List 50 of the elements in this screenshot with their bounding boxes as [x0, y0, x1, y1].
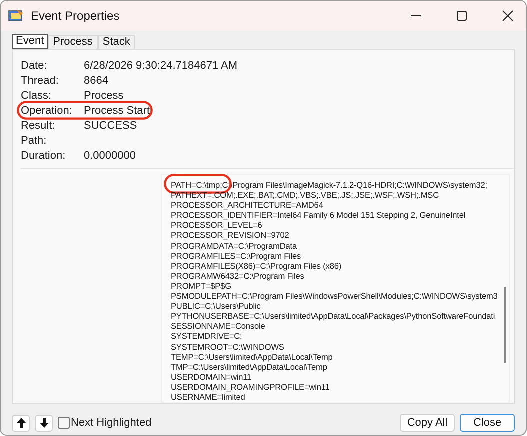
environment-line: SYSTEMDRIVE=C: [171, 331, 242, 342]
environment-line: PSMODULEPATH=C:\Program Files\WindowsPowerShell\Modules;C:\WINDOWS\system3 [171, 291, 498, 302]
app-icon [8, 9, 24, 23]
field-label: Date: [21, 60, 48, 72]
tab[interactable]: Stack [98, 35, 136, 49]
environment-line: PROGRAMFILES(X86)=C:\Program Files (x86) [171, 260, 342, 271]
field-label: Duration: [21, 150, 67, 162]
environment-line: PROGRAMW6432=C:\Program Files [171, 270, 304, 281]
field-value: 6/28/2026 9:30:24.7184671 AM [84, 60, 238, 72]
field-value: 0.0000000 [84, 150, 136, 162]
environment-line: PROCESSOR_ARCHITECTURE=AMD64 [171, 200, 324, 210]
maximize-icon[interactable] [456, 10, 468, 22]
environment-line: PROCESSOR_LEVEL=6 [171, 220, 262, 230]
tab[interactable]: Process [48, 35, 98, 49]
environment-line: PATHEXT=.COM;.EXE;.BAT;.CMD;.VBS;.VBE;.JS;.JSE;.WSF;.WSH;.MSC [171, 190, 439, 200]
next-button[interactable] [35, 414, 53, 432]
environment-line: PROGRAMDATA=C:\ProgramData [171, 240, 297, 251]
environment-line: USERNAME=limited [171, 392, 246, 402]
field-label: Operation: [21, 104, 74, 116]
environment-line: PROCESSOR_IDENTIFIER=Intel64 Family 6 Model 151 Stepping 2, GenuineIntel [171, 210, 466, 220]
field-label: Thread: [21, 74, 60, 86]
environment-line: SYSTEMROOT=C:\WINDOWS [171, 342, 284, 352]
field-value: SUCCESS [84, 120, 138, 132]
up-arrow-icon [16, 418, 26, 428]
scrollbar[interactable] [504, 287, 506, 363]
down-arrow-icon [40, 418, 48, 428]
checkbox[interactable] [58, 417, 70, 429]
tab[interactable]: Event [12, 34, 48, 49]
field-label: Class: [21, 90, 53, 102]
dialog-button[interactable]: Copy All [400, 414, 455, 432]
environment-line: PROGRAMFILES=C:\Program Files [171, 250, 302, 261]
field-value: 8664 [84, 74, 108, 86]
field-value: Process [84, 90, 124, 102]
window-title: Event Properties [31, 9, 120, 23]
field-label: Result: [21, 120, 56, 132]
checkbox-label[interactable]: Next Highlighted [71, 417, 152, 429]
environment-line: PYTHONUSERBASE=C:\Users\limited\AppData\Local\Packages\PythonSoftwareFoundati [171, 311, 496, 322]
environment-line: USERDOMAIN_ROAMINGPROFILE=win11 [171, 382, 330, 392]
dialog-button[interactable]: Close [460, 414, 515, 432]
environment-line: TMP=C:\Users\limited\AppData\Local\Temp [171, 362, 328, 372]
environment-line: PROMPT=$P$G [171, 280, 232, 291]
field-label: Path: [21, 134, 48, 146]
environment-line: PUBLIC=C:\Users\Public [171, 301, 261, 312]
environment-line: USERDOMAIN=win11 [171, 372, 252, 382]
field-value: Process Start [84, 104, 150, 116]
environment-line: PROCESSOR_REVISION=9702 [171, 230, 290, 240]
environment-line: SESSIONNAME=Console [171, 321, 266, 332]
previous-button[interactable] [12, 414, 30, 432]
environment-line: TEMP=C:\Users\limited\AppData\Local\Temp [171, 352, 333, 362]
close-icon[interactable] [502, 10, 514, 22]
